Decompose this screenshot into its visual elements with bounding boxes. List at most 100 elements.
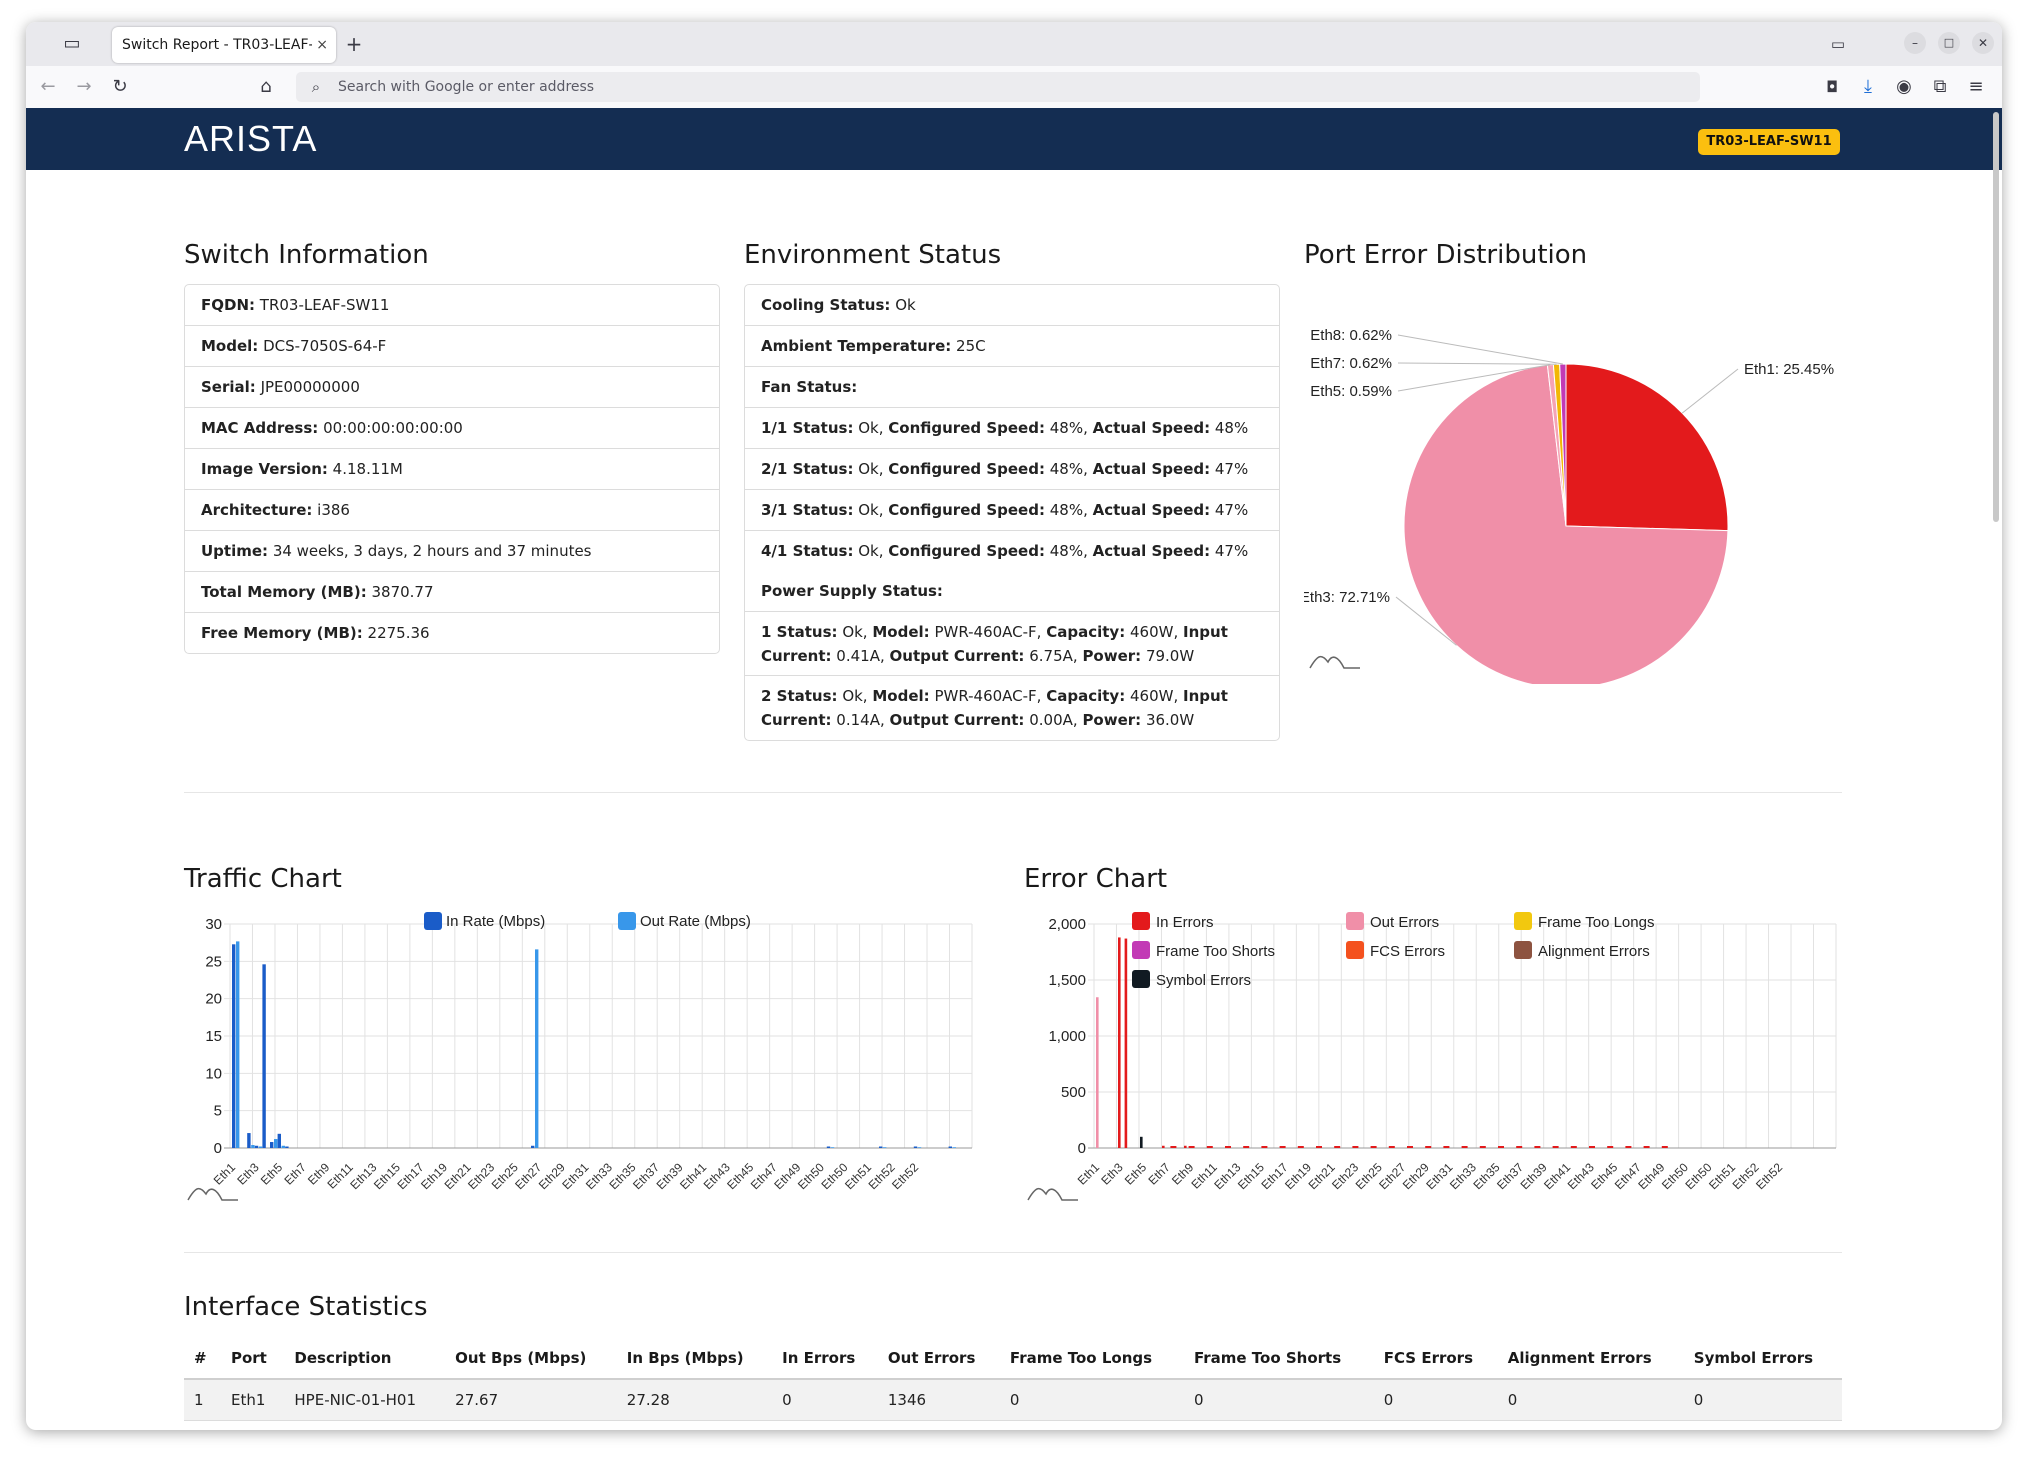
table-cell: HPE-NIC-02-H01	[284, 1420, 446, 1430]
port-error-title: Port Error Distribution	[1304, 240, 1588, 270]
legend-swatch	[618, 912, 636, 930]
extensions-icon[interactable]: ⧉	[1928, 77, 1952, 97]
pocket-icon[interactable]: ◘	[1820, 77, 1844, 97]
switch-info-title: Switch Information	[184, 240, 429, 270]
legend-label: Symbol Errors	[1156, 972, 1251, 989]
switch-info-value: 2275.36	[367, 624, 430, 642]
y-tick-label: 0	[1078, 1140, 1086, 1157]
column-header[interactable]: Port	[220, 1338, 285, 1380]
new-tab-button[interactable]: +	[342, 34, 366, 54]
psu-out: 6.75A,	[1029, 647, 1078, 665]
legend-label: In Rate (Mbps)	[446, 913, 545, 930]
legend-label: In Errors	[1156, 914, 1214, 931]
cooling-status-row: Cooling Status: Ok	[745, 285, 1279, 326]
error-bar	[1534, 1146, 1541, 1148]
tab-close-icon[interactable]: ×	[316, 27, 328, 63]
psu-model-label: Model:	[872, 623, 930, 641]
interface-stats-title: Interface Statistics	[184, 1292, 428, 1322]
column-header[interactable]: #	[184, 1338, 221, 1380]
fan-act-label: Actual Speed:	[1092, 542, 1211, 560]
psu-pow-label: Power:	[1082, 711, 1142, 729]
download-icon[interactable]: ⤓	[1856, 77, 1880, 97]
error-bar	[1552, 1146, 1559, 1148]
traffic-bar-out	[281, 1145, 285, 1148]
switch-info-label: Total Memory (MB):	[201, 583, 367, 601]
minimize-icon[interactable]: –	[1904, 32, 1926, 54]
error-bar	[1118, 937, 1121, 1148]
tab-list-icon[interactable]: ▭	[1826, 34, 1850, 54]
error-bar	[1184, 1145, 1187, 1148]
table-cell: HPE-NIC-01-H01	[284, 1379, 446, 1421]
legend-swatch	[1132, 912, 1150, 930]
y-tick-label: 20	[205, 991, 222, 1008]
switch-info-row: Total Memory (MB): 3870.77	[185, 572, 719, 613]
traffic-bar-in	[879, 1146, 883, 1148]
error-bar	[1096, 997, 1099, 1148]
switch-info-value: 34 weeks, 3 days, 2 hours and 37 minutes	[272, 542, 592, 560]
switch-info-value: JPE00000000	[260, 378, 360, 396]
traffic-bar-in	[247, 1133, 251, 1148]
reload-icon[interactable]: ↻	[108, 77, 132, 97]
pie-label-eth7: Eth7: 0.62%	[1310, 355, 1392, 372]
fan-row: 1/1 Status: Ok, Configured Speed: 48%, A…	[745, 408, 1279, 449]
maximize-icon[interactable]: □	[1938, 32, 1960, 54]
psu-status: Ok,	[842, 623, 868, 641]
tab-overview-icon[interactable]: ▭	[60, 34, 84, 54]
tab-switch-report[interactable]: Switch Report - TR03-LEAF-SW11 ×	[112, 27, 336, 63]
fan-cfg: 48%,	[1049, 542, 1088, 560]
y-tick-label: 30	[205, 916, 222, 933]
psu-out: 0.00A,	[1029, 711, 1078, 729]
menu-icon[interactable]: ≡	[1964, 77, 1988, 97]
column-header[interactable]: In Bps (Mbps)	[616, 1338, 773, 1380]
switch-info-card: FQDN: TR03-LEAF-SW11 Model: DCS-7050S-64-…	[184, 284, 720, 654]
column-header[interactable]: In Errors	[772, 1338, 878, 1380]
table-cell: 0	[772, 1420, 878, 1430]
x-tick-label: Eth7	[281, 1160, 309, 1188]
y-tick-label: 1,000	[1048, 1028, 1086, 1045]
error-bar	[1162, 1145, 1165, 1148]
url-bar[interactable]: ⌕ Search with Google or enter address	[296, 72, 1700, 102]
table-cell: 0	[1183, 1420, 1374, 1430]
psu-row: 2 Status: Ok, Model: PWR-460AC-F, Capaci…	[745, 676, 1279, 740]
forward-icon[interactable]: →	[72, 77, 96, 97]
traffic-bar-in	[913, 1146, 918, 1148]
legend-swatch	[1514, 912, 1532, 930]
x-tick-label: Eth3	[1098, 1160, 1126, 1188]
switch-info-value: DCS-7050S-64-F	[263, 337, 387, 355]
table-cell: 0	[999, 1420, 1184, 1430]
close-window-icon[interactable]: ✕	[1972, 32, 1994, 54]
traffic-bar-in	[826, 1146, 831, 1148]
fan-act-label: Actual Speed:	[1092, 419, 1211, 437]
column-header[interactable]: Out Bps (Mbps)	[445, 1338, 617, 1380]
fan-row: 4/1 Status: Ok, Configured Speed: 48%, A…	[745, 531, 1279, 571]
switch-info-row: FQDN: TR03-LEAF-SW11	[185, 285, 719, 326]
table-cell: 2	[184, 1420, 221, 1430]
error-bar	[1297, 1146, 1304, 1148]
error-bar	[1206, 1146, 1213, 1148]
chart-spark-icon	[1309, 655, 1360, 669]
psu-in: 0.41A,	[836, 647, 885, 665]
column-header[interactable]: FCS Errors	[1373, 1338, 1498, 1380]
table-cell: 0	[772, 1379, 878, 1421]
back-icon[interactable]: ←	[36, 77, 60, 97]
y-tick-label: 1,500	[1048, 972, 1086, 989]
account-icon[interactable]: ◉	[1892, 77, 1916, 97]
url-placeholder: Search with Google or enter address	[338, 79, 595, 95]
error-bar	[1661, 1146, 1668, 1148]
column-header[interactable]: Out Errors	[877, 1338, 1000, 1380]
error-bar	[1334, 1146, 1341, 1148]
column-header[interactable]: Symbol Errors	[1683, 1338, 1842, 1380]
column-header[interactable]: Description	[284, 1338, 446, 1380]
legend-label: Frame Too Shorts	[1156, 943, 1275, 960]
table-cell: 1346	[877, 1379, 1000, 1421]
column-header[interactable]: Frame Too Longs	[999, 1338, 1184, 1380]
column-header[interactable]: Frame Too Shorts	[1183, 1338, 1374, 1380]
error-bar	[1407, 1146, 1413, 1148]
column-header[interactable]: Alignment Errors	[1497, 1338, 1684, 1380]
traffic-bar-in	[262, 964, 266, 1148]
home-icon[interactable]: ⌂	[254, 77, 278, 97]
legend-swatch	[424, 912, 442, 930]
error-bar	[1516, 1146, 1523, 1148]
fan-cfg-label: Configured Speed:	[888, 419, 1045, 437]
error-bar	[1124, 938, 1128, 1148]
